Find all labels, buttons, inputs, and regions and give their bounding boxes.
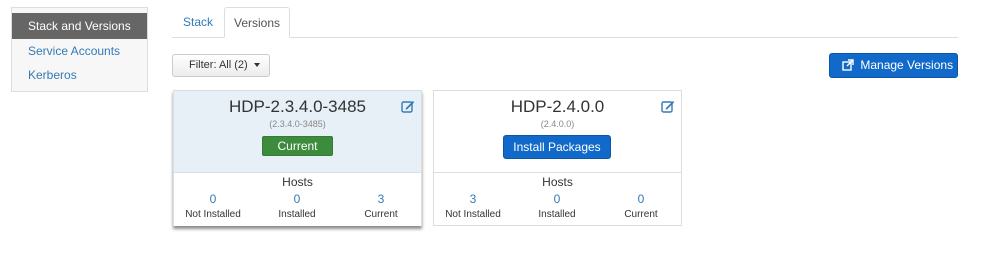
filter-label: Filter: All (2) <box>189 59 248 71</box>
hosts-not-installed-label: Not Installed <box>445 209 501 220</box>
manage-versions-label: Manage Versions <box>860 58 954 72</box>
hosts-not-installed-count[interactable]: 0 <box>172 191 254 207</box>
hosts-not-installed-label: Not Installed <box>185 209 241 220</box>
hosts-installed-count[interactable]: 0 <box>256 191 338 207</box>
sidebar-item-kerberos[interactable]: Kerberos <box>12 63 147 87</box>
hosts-installed: 0 Installed <box>256 191 338 220</box>
edit-icon[interactable] <box>401 99 415 113</box>
version-name: HDP-2.3.4.0-3485 <box>228 97 367 116</box>
sidebar-nav: Stack and Versions Service Accounts Kerb… <box>11 7 148 92</box>
version-card-header: HDP-2.3.4.0-3485 (2.3.4.0-3485) Current <box>174 91 421 173</box>
hosts-current-count[interactable]: 0 <box>600 191 682 207</box>
hosts-installed-count[interactable]: 0 <box>516 191 598 207</box>
filter-dropdown-button[interactable]: Filter: All (2) <box>172 54 270 77</box>
tab-bar: Stack Versions <box>172 7 958 38</box>
hosts-installed: 0 Installed <box>516 191 598 220</box>
edit-icon[interactable] <box>661 99 675 113</box>
install-packages-button[interactable]: Install Packages <box>503 135 611 159</box>
version-card-available: HDP-2.4.0.0 (2.4.0.0) Install Packages H… <box>433 90 682 226</box>
hosts-current: 3 Current <box>340 191 422 220</box>
hosts-not-installed: 3 Not Installed <box>432 191 514 220</box>
hosts-current-count[interactable]: 3 <box>340 191 422 207</box>
hosts-section: Hosts 0 Not Installed 0 Installed 3 Curr… <box>174 173 421 226</box>
hosts-not-installed-count[interactable]: 3 <box>432 191 514 207</box>
hosts-current-label: Current <box>364 209 398 220</box>
hosts-installed-label: Installed <box>278 209 316 220</box>
sidebar-item-service-accounts[interactable]: Service Accounts <box>12 39 147 63</box>
caret-down-icon <box>253 63 260 68</box>
version-card-header: HDP-2.4.0.0 (2.4.0.0) Install Packages <box>434 91 681 173</box>
hosts-installed-label: Installed <box>538 209 576 220</box>
version-number: (2.4.0.0) <box>540 119 575 129</box>
manage-versions-button[interactable]: Manage Versions <box>829 53 958 78</box>
hosts-current: 0 Current <box>600 191 682 220</box>
tab-stack[interactable]: Stack <box>172 7 224 37</box>
tab-versions[interactable]: Versions <box>224 7 290 38</box>
sidebar-item-stack-and-versions[interactable]: Stack and Versions <box>12 13 147 39</box>
hosts-title: Hosts <box>282 175 313 189</box>
version-number: (2.3.4.0-3485) <box>269 119 326 129</box>
current-status-button: Current <box>262 136 333 156</box>
external-link-icon <box>842 59 854 71</box>
hosts-section: Hosts 3 Not Installed 0 Installed 0 Curr… <box>434 173 681 226</box>
hosts-not-installed: 0 Not Installed <box>172 191 254 220</box>
version-name: HDP-2.4.0.0 <box>510 97 605 116</box>
hosts-title: Hosts <box>542 175 573 189</box>
hosts-current-label: Current <box>624 209 658 220</box>
version-card-current: HDP-2.3.4.0-3485 (2.3.4.0-3485) Current … <box>173 90 422 226</box>
